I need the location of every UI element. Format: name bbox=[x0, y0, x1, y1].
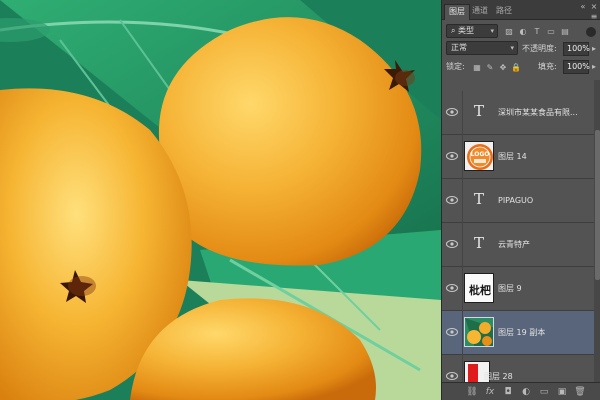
divider bbox=[462, 179, 463, 223]
chevron-down-icon: ▾ bbox=[490, 27, 494, 35]
filter-kind-select[interactable]: ⌕ 类型 ▾ bbox=[446, 24, 498, 38]
layers-list: T 深圳市某某食品有限... LOGO 图层 14 T PIPAGUO T 云青… bbox=[442, 80, 594, 382]
lock-row: 锁定: ▦ ✎ ✥ 🔒 填充: 100% ▸ bbox=[442, 58, 600, 76]
artwork-thumbnail-art bbox=[465, 318, 493, 346]
fx-icon[interactable]: fx bbox=[484, 386, 496, 398]
eye-icon[interactable] bbox=[446, 151, 458, 161]
search-icon: ⌕ bbox=[451, 26, 459, 35]
layers-footer-toolbar: ⛓ fx ◘ ◐ ▭ ▣ 🗑 bbox=[442, 382, 600, 400]
mask-icon[interactable]: ◘ bbox=[502, 386, 514, 398]
lock-position-icon[interactable]: ✥ bbox=[498, 63, 508, 73]
calligraphy-text: 枇杷 bbox=[469, 283, 491, 297]
layer-thumbnail bbox=[464, 317, 494, 347]
smartobject-filter-icon[interactable]: ▤ bbox=[560, 27, 570, 37]
adjustment-icon[interactable]: ◐ bbox=[520, 386, 532, 398]
layers-scrollbar[interactable] bbox=[594, 80, 600, 382]
layer-name: PIPAGUO bbox=[498, 196, 534, 205]
opacity-dropdown-icon[interactable]: ▸ bbox=[589, 44, 599, 54]
layer-row[interactable]: T 云青特产 bbox=[442, 223, 594, 267]
layer-name: 图层 14 bbox=[498, 152, 527, 161]
layer-thumbnail: LOGO bbox=[464, 141, 494, 171]
layer-row[interactable]: T 深圳市某某食品有限... bbox=[442, 91, 594, 135]
calligraphy-thumbnail-art: 枇杷 bbox=[469, 283, 491, 297]
layer-filter-row: ⌕ 类型 ▾ ▨ ◐ T ▭ ▤ bbox=[442, 22, 600, 40]
text-layer-icon: T bbox=[473, 234, 484, 252]
blend-mode-select[interactable]: 正常 ▾ bbox=[446, 41, 518, 55]
fill-dropdown-icon[interactable]: ▸ bbox=[589, 62, 599, 72]
layers-panel: 图层 通道 路径 « × ≡ ⌕ 类型 ▾ ▨ ◐ T ▭ ▤ 正常 ▾ 不透明… bbox=[441, 0, 600, 400]
eye-icon[interactable] bbox=[446, 283, 458, 293]
logo-thumbnail-art: LOGO bbox=[467, 144, 493, 170]
eye-icon[interactable] bbox=[446, 195, 458, 205]
divider bbox=[462, 135, 463, 179]
shape-filter-icon[interactable]: ▭ bbox=[546, 27, 556, 37]
image-filter-icon[interactable]: ▨ bbox=[504, 27, 514, 37]
layer-row[interactable]: 枇杷 图层 9 bbox=[442, 267, 594, 311]
trash-icon[interactable]: 🗑 bbox=[574, 386, 586, 398]
lock-label: 锁定: bbox=[446, 62, 465, 71]
divider bbox=[462, 355, 463, 382]
fill-field[interactable]: 100% bbox=[563, 60, 590, 74]
lock-paint-icon[interactable]: ✎ bbox=[485, 63, 495, 73]
document-canvas[interactable] bbox=[0, 0, 441, 400]
lock-all-icon[interactable]: 🔒 bbox=[511, 63, 521, 73]
tab-layers[interactable]: 图层 bbox=[444, 4, 470, 20]
layer-row[interactable]: LOGO 图层 14 bbox=[442, 135, 594, 179]
eye-icon[interactable] bbox=[446, 327, 458, 337]
eye-icon[interactable] bbox=[446, 107, 458, 117]
group-icon[interactable]: ▭ bbox=[538, 386, 550, 398]
tab-channels[interactable]: 通道 bbox=[468, 4, 492, 20]
divider bbox=[462, 267, 463, 311]
type-filter-icon[interactable]: T bbox=[532, 27, 542, 37]
divider bbox=[462, 91, 463, 135]
filter-toggle-icon[interactable] bbox=[586, 27, 596, 37]
eye-icon[interactable] bbox=[446, 371, 458, 381]
layer-name: 深圳市某某食品有限... bbox=[498, 108, 578, 117]
adjustment-filter-icon[interactable]: ◐ bbox=[518, 27, 528, 37]
layer-name: 云青特产 bbox=[498, 240, 530, 249]
collapse-panel-button[interactable]: « bbox=[578, 2, 588, 12]
opacity-label: 不透明度: bbox=[522, 44, 557, 53]
layer-row-selected[interactable]: 图层 19 副本 bbox=[442, 311, 594, 355]
tab-paths[interactable]: 路径 bbox=[492, 4, 516, 20]
divider bbox=[462, 223, 463, 267]
panel-menu-button[interactable]: ≡ bbox=[589, 12, 599, 22]
text-layer-icon: T bbox=[473, 102, 484, 120]
logo-text: LOGO bbox=[471, 151, 490, 158]
red-bar-thumbnail-art bbox=[468, 364, 478, 382]
blend-row: 正常 ▾ 不透明度: 100% ▸ bbox=[442, 40, 600, 58]
panel-tab-bar: 图层 通道 路径 « × ≡ bbox=[442, 0, 600, 22]
layer-name: 图层 19 副本 bbox=[498, 328, 546, 337]
layer-thumbnail: 枇杷 bbox=[464, 273, 494, 303]
layer-name: 图层 28 bbox=[484, 372, 513, 381]
blend-mode-value: 正常 bbox=[451, 43, 467, 52]
divider bbox=[462, 311, 463, 355]
text-layer-icon: T bbox=[473, 190, 484, 208]
close-panel-button[interactable]: × bbox=[589, 2, 599, 12]
chevron-down-icon: ▾ bbox=[510, 44, 514, 52]
layer-row[interactable]: T PIPAGUO bbox=[442, 179, 594, 223]
layer-row[interactable]: 图层 28 bbox=[442, 355, 594, 382]
layer-name: 图层 9 bbox=[498, 284, 522, 293]
link-icon[interactable]: ⛓ bbox=[466, 386, 478, 398]
scrollbar-thumb[interactable] bbox=[595, 130, 600, 280]
filter-kind-value: 类型 bbox=[458, 26, 475, 35]
new-layer-icon[interactable]: ▣ bbox=[556, 386, 568, 398]
lock-transparent-icon[interactable]: ▦ bbox=[472, 63, 482, 73]
artwork bbox=[0, 0, 441, 400]
opacity-field[interactable]: 100% bbox=[563, 42, 590, 56]
eye-icon[interactable] bbox=[446, 239, 458, 249]
fill-label: 填充: bbox=[538, 62, 557, 71]
